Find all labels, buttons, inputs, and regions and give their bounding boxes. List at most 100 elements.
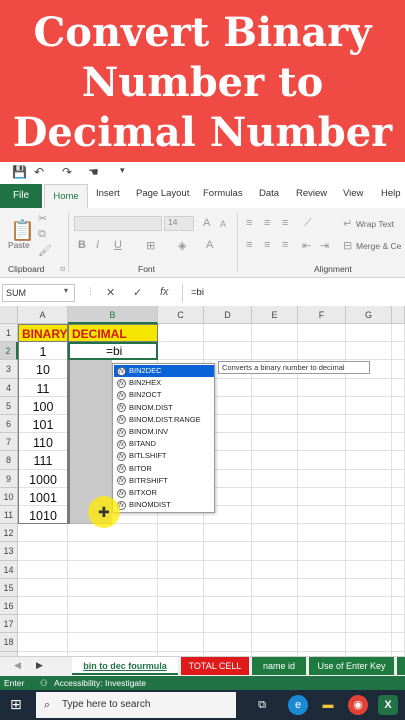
taskbar-search-input[interactable]: ⌕ Type here to search bbox=[36, 692, 236, 718]
grid-cell[interactable] bbox=[68, 524, 158, 543]
scroll-sheets-left-icon[interactable]: ◀ bbox=[14, 660, 21, 671]
grid-cell[interactable] bbox=[158, 324, 204, 343]
font-name-box[interactable] bbox=[74, 216, 162, 231]
grid-cell[interactable] bbox=[298, 578, 346, 597]
autocomplete-item[interactable]: fx BIN2HEX bbox=[114, 377, 214, 389]
autocomplete-item[interactable]: fx BITOR bbox=[114, 463, 214, 475]
grid-cell[interactable] bbox=[252, 615, 298, 634]
grid-cell[interactable] bbox=[298, 342, 346, 361]
grid-cell[interactable] bbox=[392, 578, 405, 597]
grid-cell[interactable] bbox=[158, 542, 204, 561]
grid-cell[interactable] bbox=[252, 396, 298, 415]
grid-cell[interactable] bbox=[68, 560, 158, 579]
grid-cell[interactable] bbox=[18, 633, 68, 652]
row-header-3[interactable]: 3 bbox=[0, 360, 18, 379]
grid-cell[interactable] bbox=[298, 615, 346, 634]
tab-view[interactable]: View bbox=[343, 188, 363, 199]
top-align-icon[interactable]: ≡ bbox=[246, 217, 252, 229]
grid-cell[interactable] bbox=[204, 524, 252, 543]
grid-cell[interactable] bbox=[252, 633, 298, 652]
windows-start-icon[interactable]: ⊞ bbox=[10, 696, 22, 713]
fill-color-icon[interactable]: ◈ bbox=[178, 239, 186, 252]
grid-cell[interactable] bbox=[346, 578, 392, 597]
row-header-13[interactable]: 13 bbox=[0, 542, 18, 561]
autocomplete-item[interactable]: fx BINOM.DIST.RANGE bbox=[114, 414, 214, 426]
grid-cell[interactable] bbox=[346, 487, 392, 506]
tab-review[interactable]: Review bbox=[296, 188, 327, 199]
tab-help[interactable]: Help bbox=[381, 188, 401, 199]
grid-cell[interactable] bbox=[68, 597, 158, 616]
grid-cell[interactable] bbox=[252, 560, 298, 579]
wrap-text-button[interactable]: Wrap Text bbox=[356, 219, 394, 229]
bold-icon[interactable]: B bbox=[78, 239, 86, 251]
grid-cell[interactable] bbox=[298, 451, 346, 470]
grid-cell[interactable] bbox=[252, 415, 298, 434]
row-header-16[interactable]: 16 bbox=[0, 597, 18, 616]
active-cell-b2[interactable]: =bi bbox=[68, 342, 158, 360]
grid-cell[interactable] bbox=[346, 524, 392, 543]
row-header-11[interactable]: 11 bbox=[0, 506, 18, 525]
undo-icon[interactable]: ↶ bbox=[34, 165, 44, 179]
autocomplete-item[interactable]: fx BIN2DEC bbox=[114, 365, 214, 378]
grid-cell[interactable] bbox=[252, 433, 298, 452]
cell-a1-binary-header[interactable]: BINARY bbox=[18, 324, 68, 342]
grid-cell[interactable] bbox=[392, 633, 405, 652]
grid-cell[interactable] bbox=[346, 560, 392, 579]
bottom-align-icon[interactable]: ≡ bbox=[282, 217, 288, 229]
column-header-g[interactable]: G bbox=[346, 306, 392, 324]
row-header-18[interactable]: 18 bbox=[0, 633, 18, 652]
grid-cell[interactable] bbox=[204, 324, 252, 343]
grid-cell[interactable] bbox=[252, 578, 298, 597]
grid-cell[interactable] bbox=[346, 633, 392, 652]
decrease-font-icon[interactable]: A bbox=[220, 219, 226, 229]
grid-cell[interactable] bbox=[298, 524, 346, 543]
column-header-c[interactable]: C bbox=[158, 306, 204, 324]
row-header-12[interactable]: 12 bbox=[0, 524, 18, 543]
grid-cell[interactable] bbox=[158, 615, 204, 634]
tab-insert[interactable]: Insert bbox=[96, 188, 120, 199]
tab-page-layout[interactable]: Page Layout bbox=[136, 188, 189, 199]
tab-file[interactable]: File bbox=[0, 184, 42, 208]
grid-cell[interactable] bbox=[392, 487, 405, 506]
grid-cell[interactable] bbox=[298, 433, 346, 452]
borders-icon[interactable]: ⊞ bbox=[146, 239, 155, 252]
autocomplete-item[interactable]: fx BINOM.DIST bbox=[114, 402, 214, 414]
grid-cell[interactable] bbox=[392, 469, 405, 488]
autocomplete-item[interactable]: fx BITXOR bbox=[114, 487, 214, 499]
grid-cell[interactable] bbox=[346, 324, 392, 343]
enter-icon[interactable]: ✓ bbox=[133, 286, 142, 299]
grid-cell[interactable] bbox=[18, 578, 68, 597]
sheet-tab-name-id[interactable]: name id bbox=[252, 657, 306, 675]
autocomplete-item[interactable]: fx BITLSHIFT bbox=[114, 450, 214, 462]
redo-icon[interactable]: ↷ bbox=[62, 165, 72, 179]
grid-cell[interactable] bbox=[392, 415, 405, 434]
touch-mode-icon[interactable]: ☚ bbox=[88, 165, 99, 179]
row-header-9[interactable]: 9 bbox=[0, 469, 18, 488]
file-explorer-icon[interactable]: ▬ bbox=[318, 695, 338, 715]
row-header-1[interactable]: 1 bbox=[0, 324, 18, 343]
row-header-14[interactable]: 14 bbox=[0, 560, 18, 579]
grid-cell[interactable] bbox=[252, 506, 298, 525]
grid-cell[interactable] bbox=[18, 524, 68, 543]
grid-cell[interactable] bbox=[392, 324, 405, 343]
grid-cell[interactable] bbox=[18, 542, 68, 561]
grid-cell[interactable] bbox=[18, 597, 68, 616]
grid-cell[interactable] bbox=[392, 360, 405, 379]
grid-cell[interactable] bbox=[346, 342, 392, 361]
grid-cell[interactable] bbox=[392, 542, 405, 561]
row-header-15[interactable]: 15 bbox=[0, 578, 18, 597]
select-all-corner[interactable] bbox=[0, 306, 18, 324]
grid-cell[interactable] bbox=[346, 597, 392, 616]
align-right-icon[interactable]: ≡ bbox=[282, 239, 288, 251]
grid-cell[interactable] bbox=[204, 633, 252, 652]
grid-cell[interactable] bbox=[298, 469, 346, 488]
paste-button[interactable]: Paste bbox=[8, 240, 30, 250]
align-left-icon[interactable]: ≡ bbox=[246, 239, 252, 251]
autocomplete-item[interactable]: fx BINOMDIST bbox=[114, 499, 214, 511]
grid-cell[interactable] bbox=[392, 378, 405, 397]
grid-cell[interactable] bbox=[204, 560, 252, 579]
cancel-icon[interactable]: ✕ bbox=[106, 286, 115, 299]
grid-cell[interactable] bbox=[68, 542, 158, 561]
grid-cell[interactable] bbox=[158, 524, 204, 543]
grid-cell[interactable] bbox=[158, 342, 204, 361]
